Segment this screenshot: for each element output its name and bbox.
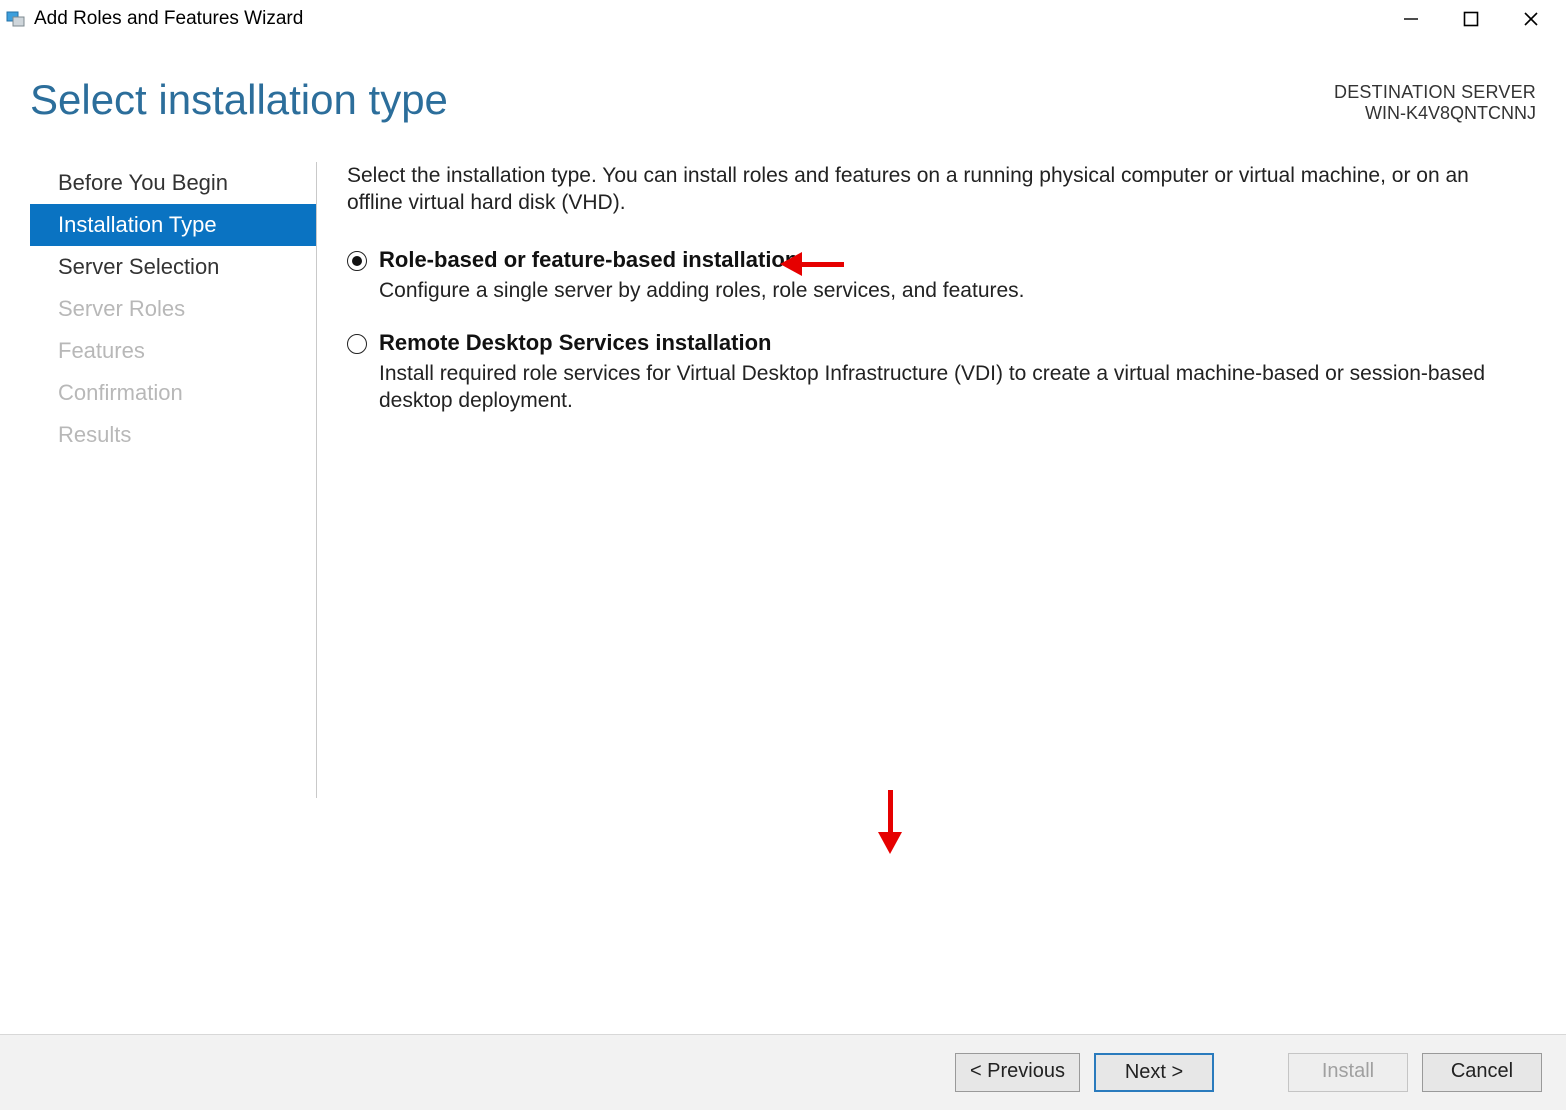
app-icon (6, 9, 26, 29)
install-button: Install (1288, 1053, 1408, 1092)
option-title-rds[interactable]: Remote Desktop Services installation (379, 330, 1526, 356)
annotation-arrow-icon (878, 790, 902, 854)
title-bar: Add Roles and Features Wizard (0, 0, 1566, 38)
sidebar-item-server-selection[interactable]: Server Selection (30, 246, 316, 288)
next-button[interactable]: Next > (1094, 1053, 1214, 1092)
sidebar-item-confirmation: Confirmation (30, 372, 316, 414)
page-title: Select installation type (30, 76, 448, 124)
intro-text: Select the installation type. You can in… (347, 162, 1526, 217)
radio-rds[interactable] (347, 334, 367, 354)
option-text: Remote Desktop Services installation Ins… (379, 330, 1526, 415)
sidebar-item-installation-type[interactable]: Installation Type (30, 204, 316, 246)
destination-label: DESTINATION SERVER (1334, 82, 1536, 103)
close-button[interactable] (1516, 4, 1546, 34)
minimize-button[interactable] (1396, 4, 1426, 34)
destination-name: WIN-K4V8QNTCNNJ (1334, 103, 1536, 124)
sidebar-item-server-roles: Server Roles (30, 288, 316, 330)
content: Select the installation type. You can in… (347, 162, 1566, 798)
maximize-button[interactable] (1456, 4, 1486, 34)
footer: < Previous Next > Install Cancel (0, 1034, 1566, 1110)
option-desc-rds: Install required role services for Virtu… (379, 360, 1526, 415)
sidebar: Before You Begin Installation Type Serve… (30, 162, 316, 798)
option-text: Role-based or feature-based installation… (379, 247, 1526, 304)
divider (316, 162, 317, 798)
header: Select installation type DESTINATION SER… (0, 38, 1566, 134)
option-rds: Remote Desktop Services installation Ins… (347, 330, 1526, 415)
sidebar-item-features: Features (30, 330, 316, 372)
window-title: Add Roles and Features Wizard (34, 8, 303, 30)
option-title-role-based[interactable]: Role-based or feature-based installation (379, 247, 1526, 273)
annotation-arrow-icon (780, 252, 844, 276)
window-controls (1396, 4, 1560, 34)
radio-dot-icon (352, 256, 362, 266)
sidebar-item-results: Results (30, 414, 316, 456)
destination-info: DESTINATION SERVER WIN-K4V8QNTCNNJ (1334, 76, 1536, 124)
cancel-button[interactable]: Cancel (1422, 1053, 1542, 1092)
radio-role-based[interactable] (347, 251, 367, 271)
previous-button[interactable]: < Previous (955, 1053, 1080, 1092)
sidebar-item-before-you-begin[interactable]: Before You Begin (30, 162, 316, 204)
option-role-based: Role-based or feature-based installation… (347, 247, 1526, 304)
option-desc-role-based: Configure a single server by adding role… (379, 277, 1526, 304)
